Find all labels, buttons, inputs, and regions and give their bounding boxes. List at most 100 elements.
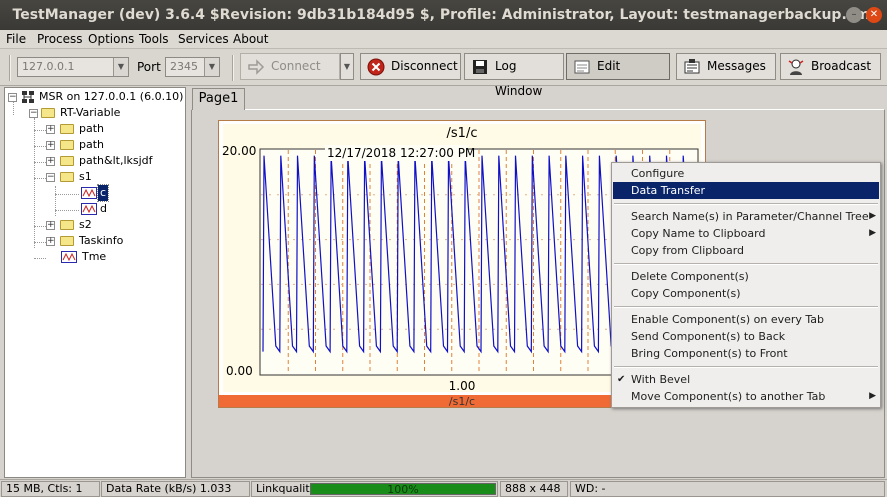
menu-item-delete[interactable]: Delete Component(s) (613, 268, 879, 285)
splitter[interactable] (187, 87, 190, 478)
messages-label: Messages (707, 59, 766, 73)
collapse-icon[interactable]: − (46, 173, 55, 182)
menu-item-with-bevel-label: With Bevel (631, 373, 691, 386)
chevron-down-icon: ▼ (343, 62, 351, 71)
broadcast-icon (788, 59, 804, 75)
menu-process[interactable]: Process (37, 32, 83, 46)
tree-label-s2: s2 (79, 218, 92, 231)
menu-item-with-bevel[interactable]: ✔ With Bevel (613, 371, 879, 388)
toolbar-separator (232, 55, 234, 81)
scope-icon (81, 187, 97, 199)
folder-icon (41, 108, 55, 118)
log-window-button[interactable]: Log Window (464, 53, 564, 98)
status-memory: 15 MB, Ctls: 1 (1, 481, 100, 497)
menu-item-copy-name[interactable]: Copy Name to Clipboard ▶ (613, 225, 879, 242)
menu-item-data-transfer[interactable]: Data Transfer (613, 182, 879, 199)
expand-icon[interactable]: + (46, 157, 55, 166)
status-data-rate: Data Rate (kB/s) 1.033 (101, 481, 250, 497)
messages-button[interactable]: Messages (676, 53, 776, 80)
menu-item-configure[interactable]: Configure (613, 165, 879, 182)
edit-label: Edit (597, 59, 621, 73)
status-link-quality: Linkqualit 100% (251, 481, 498, 497)
menu-bar: File Process Options Tools Services Abou… (0, 30, 887, 49)
broadcast-label: Broadcast (811, 59, 872, 73)
menu-separator (614, 203, 878, 205)
component-tree[interactable]: − MSR on 127.0.0.1 (6.0.10) − RT-Variabl… (4, 87, 186, 478)
disconnect-label: Disconnect (391, 59, 458, 73)
link-quality-label: Linkqualit (256, 482, 310, 495)
menu-item-copy-component-label: Copy Component(s) (631, 287, 741, 300)
chart-timestamp: 12/17/2018 12:27:00 PM (327, 146, 475, 160)
expand-icon[interactable]: + (46, 237, 55, 246)
expand-icon[interactable]: + (46, 141, 55, 150)
menu-item-bring-front[interactable]: Bring Component(s) to Front (613, 345, 879, 362)
host-combobox[interactable]: 127.0.0.1 ▼ (17, 57, 129, 77)
checkmark-icon: ✔ (617, 374, 626, 385)
disconnect-button[interactable]: Disconnect (360, 53, 461, 80)
menu-about[interactable]: About (233, 32, 268, 46)
connect-dropdown[interactable]: ▼ (340, 53, 354, 80)
menu-item-send-back[interactable]: Send Component(s) to Back (613, 328, 879, 345)
menu-item-copy-from-clipboard[interactable]: Copy from Clipboard (613, 242, 879, 259)
connect-button[interactable]: Connect (240, 53, 340, 80)
folder-icon (60, 236, 74, 246)
status-size: 888 x 448 (500, 481, 568, 497)
minimize-icon[interactable]: – (846, 7, 862, 23)
menu-file[interactable]: File (6, 32, 26, 46)
menu-item-configure-label: Configure (631, 167, 685, 180)
context-menu: Configure Data Transfer Search Name(s) i… (611, 162, 881, 408)
folder-icon (60, 140, 74, 150)
menu-separator (614, 263, 878, 265)
submenu-arrow-icon: ▶ (869, 391, 876, 401)
menu-item-search-names[interactable]: Search Name(s) in Parameter/Channel Tree… (613, 208, 879, 225)
menu-item-search-names-label: Search Name(s) in Parameter/Channel Tree (631, 210, 869, 223)
folder-icon (60, 124, 74, 134)
menu-item-copy-name-label: Copy Name to Clipboard (631, 227, 766, 240)
arrow-right-icon (248, 59, 265, 75)
tree-label-path-2: path (79, 138, 105, 151)
network-icon (22, 91, 34, 103)
link-quality-bar: 100% (310, 483, 496, 496)
toolbar: 127.0.0.1 ▼ Port 2345 ▼ Connect ▼ Discon… (0, 49, 887, 98)
host-value: 127.0.0.1 (22, 60, 75, 73)
port-combobox[interactable]: 2345 ▼ (165, 57, 220, 77)
menu-services[interactable]: Services (178, 32, 229, 46)
close-icon[interactable]: ✕ (866, 7, 882, 23)
tree-label-taskinfo: Taskinfo (79, 234, 124, 247)
tree-label-s1: s1 (79, 170, 92, 183)
menu-separator (614, 366, 878, 368)
menu-item-send-back-label: Send Component(s) to Back (631, 330, 786, 343)
tree-label-tme: Tme (82, 250, 107, 263)
chevron-down-icon[interactable]: ▼ (204, 58, 219, 76)
menu-tools[interactable]: Tools (139, 32, 169, 46)
tab-page1[interactable]: Page1 (192, 88, 245, 110)
expand-icon[interactable]: + (46, 125, 55, 134)
link-quality-value: 100% (387, 483, 419, 496)
status-wd: WD: - (570, 481, 885, 497)
title-bar: TestManager (dev) 3.6.4 $Revision: 9db31… (0, 0, 887, 30)
log-window-label: Log Window (495, 59, 543, 98)
y-tick-bottom: 0.00 (226, 364, 253, 378)
menu-item-enable-every-tab[interactable]: Enable Component(s) on every Tab (613, 311, 879, 328)
expand-icon[interactable]: + (46, 221, 55, 230)
menu-item-move-label: Move Component(s) to another Tab (631, 390, 826, 403)
tab-page1-label: Page1 (198, 91, 239, 106)
menu-item-move-to-tab[interactable]: Move Component(s) to another Tab ▶ (613, 388, 879, 405)
chart-title: /s1/c (447, 126, 478, 141)
chevron-down-icon[interactable]: ▼ (113, 58, 128, 76)
menu-item-copy-component[interactable]: Copy Component(s) (613, 285, 879, 302)
tree-label-path-1: path (79, 122, 105, 135)
menu-separator (614, 306, 878, 308)
folder-icon (60, 220, 74, 230)
edit-button[interactable]: Edit (566, 53, 670, 80)
chart-footer-label: /s1/c (449, 395, 475, 407)
scope-icon (81, 203, 97, 215)
collapse-icon[interactable]: − (8, 93, 17, 102)
broadcast-button[interactable]: Broadcast (780, 53, 881, 80)
toolbar-grip (9, 55, 11, 81)
scope-icon (61, 251, 77, 263)
menu-item-bring-front-label: Bring Component(s) to Front (631, 347, 788, 360)
collapse-icon[interactable]: − (29, 109, 38, 118)
tree-label-rt-variable: RT-Variable (60, 106, 121, 119)
menu-options[interactable]: Options (88, 32, 134, 46)
